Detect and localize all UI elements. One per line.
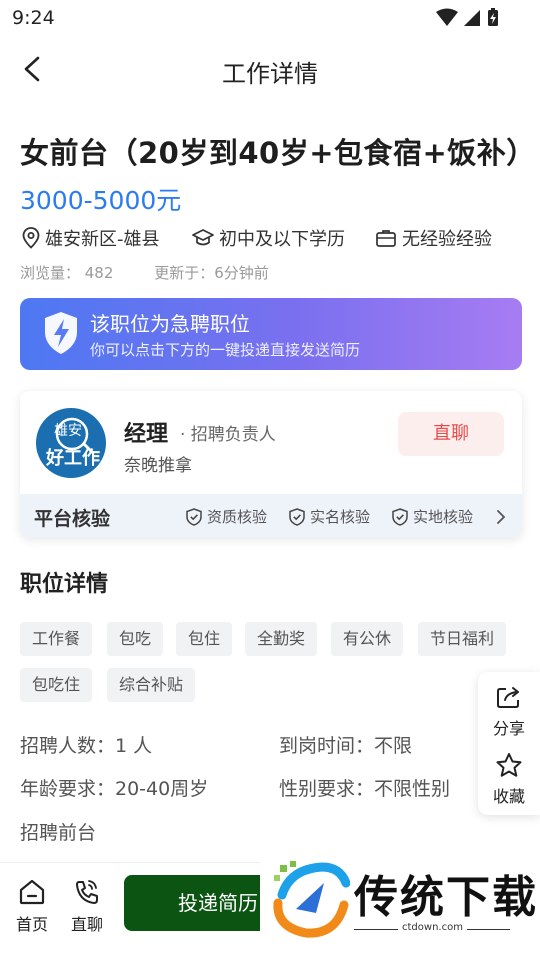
wifi-icon bbox=[436, 8, 458, 26]
company-logo: 雄安 好工作 bbox=[36, 408, 106, 478]
logo-text-bottom: 好工作 bbox=[46, 448, 100, 469]
job-title: 女前台（20岁到40岁+包食宿+饭补） bbox=[20, 136, 536, 170]
chevron-right-icon[interactable] bbox=[495, 508, 507, 526]
benefit-tag: 综合补贴 bbox=[107, 668, 196, 702]
star-icon bbox=[496, 753, 522, 777]
recruiter-card[interactable]: 雄安 好工作 经理 · 招聘负责人 奈晚推拿 直聊 平台核验 资质核验 实名核验… bbox=[20, 391, 522, 538]
job-experience-text: 无经验经验 bbox=[402, 229, 492, 250]
briefcase-icon bbox=[376, 230, 396, 247]
urgent-subtitle: 你可以点击下方的一键投递直接发送简历 bbox=[90, 341, 361, 359]
tab-home[interactable]: 首页 bbox=[16, 879, 48, 935]
status-time: 9:24 bbox=[12, 7, 55, 29]
tab-chat-label: 直聊 bbox=[71, 915, 104, 934]
job-description: 招聘前台 bbox=[20, 822, 97, 844]
watermark: 传统下载 ctdown.com bbox=[260, 855, 540, 940]
job-location: 雄安新区-雄县 bbox=[22, 225, 160, 251]
page-title: 工作详情 bbox=[222, 60, 318, 88]
check-shield-icon bbox=[186, 507, 202, 526]
favorite-label: 收藏 bbox=[492, 787, 525, 806]
verification-title: 平台核验 bbox=[34, 508, 111, 530]
start-time: 到岗时间：不限 bbox=[279, 735, 413, 757]
watermark-url: ctdown.com bbox=[398, 922, 467, 933]
share-label: 分享 bbox=[492, 719, 525, 738]
tab-home-label: 首页 bbox=[16, 915, 49, 934]
lightning-shield-icon bbox=[45, 312, 77, 354]
graduation-cap-icon bbox=[192, 229, 214, 246]
view-count: 浏览量： 482 bbox=[20, 264, 114, 282]
verification-item: 实地核验 bbox=[392, 506, 473, 527]
job-experience: 无经验经验 bbox=[375, 225, 492, 251]
age-requirement: 年龄要求：20-40周岁 bbox=[20, 778, 209, 800]
verification-item-label: 实地核验 bbox=[413, 508, 474, 526]
benefit-tag: 包住 bbox=[176, 622, 233, 656]
benefit-tag: 节日福利 bbox=[418, 622, 507, 656]
signal-icon bbox=[464, 10, 480, 26]
urgent-banner: 该职位为急聘职位 你可以点击下方的一键投递直接发送简历 bbox=[20, 298, 522, 370]
favorite-button[interactable]: 收藏 bbox=[478, 752, 540, 807]
floating-actions: 分享 收藏 bbox=[478, 672, 540, 815]
verification-item-label: 实名核验 bbox=[310, 508, 371, 526]
share-button[interactable]: 分享 bbox=[478, 684, 540, 739]
job-education: 初中及以下学历 bbox=[192, 225, 345, 251]
benefit-tag: 包吃 bbox=[107, 622, 164, 656]
location-pin-icon bbox=[22, 227, 40, 249]
job-education-text: 初中及以下学历 bbox=[219, 229, 345, 250]
check-shield-icon bbox=[289, 507, 305, 526]
update-time: 更新于：6分钟前 bbox=[154, 264, 269, 282]
recruiter-name: 经理 bbox=[124, 422, 169, 447]
benefit-tag: 有公休 bbox=[331, 622, 404, 656]
job-details-title: 职位详情 bbox=[20, 572, 109, 597]
job-salary: 3000-5000元 bbox=[20, 186, 182, 215]
platform-verification-bar[interactable]: 平台核验 资质核验 实名核验 实地核验 bbox=[20, 494, 522, 538]
home-icon bbox=[19, 879, 45, 905]
job-stats: 浏览量： 482 更新于：6分钟前 bbox=[20, 262, 305, 283]
share-icon bbox=[497, 687, 519, 708]
tab-chat[interactable]: 直聊 bbox=[71, 879, 103, 935]
watermark-brand: 传统下载 bbox=[354, 872, 538, 923]
nav-bar: 工作详情 bbox=[0, 40, 540, 96]
recruiter-company: 奈晚推拿 bbox=[124, 456, 192, 476]
verification-item: 资质核验 bbox=[186, 506, 267, 527]
urgent-title: 该职位为急聘职位 bbox=[90, 312, 250, 336]
recruiter-role: · 招聘负责人 bbox=[180, 425, 276, 445]
status-icons bbox=[436, 8, 498, 26]
phone-icon bbox=[76, 880, 98, 904]
benefit-tag: 全勤奖 bbox=[245, 622, 318, 656]
verification-item-label: 资质核验 bbox=[207, 508, 268, 526]
gender-requirement: 性别要求：不限性别 bbox=[279, 778, 451, 800]
logo-text-top: 雄安 bbox=[54, 423, 82, 439]
benefit-tag: 工作餐 bbox=[20, 622, 93, 656]
headcount: 招聘人数：1 人 bbox=[20, 735, 153, 757]
check-shield-icon bbox=[392, 507, 408, 526]
verification-item: 实名核验 bbox=[289, 506, 370, 527]
job-location-text: 雄安新区-雄县 bbox=[45, 229, 160, 250]
brand-logo-icon bbox=[273, 861, 350, 938]
direct-chat-button[interactable]: 直聊 bbox=[398, 412, 504, 456]
benefit-tag: 包吃住 bbox=[20, 668, 93, 702]
status-bar: 9:24 bbox=[0, 0, 540, 36]
